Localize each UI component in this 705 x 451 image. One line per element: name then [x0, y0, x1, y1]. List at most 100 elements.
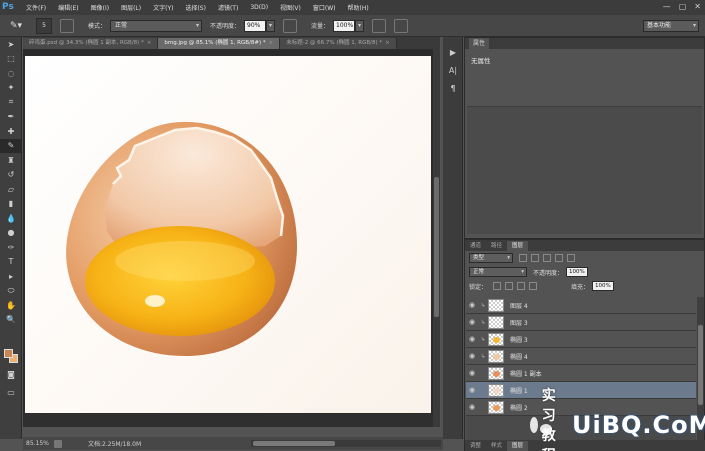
dodge-tool-icon[interactable]: ●: [0, 226, 22, 241]
menu-edit[interactable]: 编辑(E): [58, 3, 78, 12]
lasso-tool-icon[interactable]: ◌: [0, 66, 22, 81]
lock-all-icon[interactable]: [529, 282, 538, 290]
tab-paths[interactable]: 路径: [486, 241, 507, 251]
maximize-button[interactable]: ▢: [679, 2, 687, 11]
tab-document-1[interactable]: 碎鸡蛋.psd @ 34.3% (椭圆 1 副本, RGB/8) * ×: [23, 38, 159, 49]
quick-select-tool-icon[interactable]: ✦: [0, 81, 22, 96]
layer-row[interactable]: ◉ ↳ 图层 3: [466, 314, 696, 331]
flow-dropdown[interactable]: ▾: [355, 19, 365, 32]
canvas-area[interactable]: [23, 49, 433, 414]
layers-scroll-thumb[interactable]: [698, 325, 703, 405]
lock-position-icon[interactable]: [517, 282, 526, 290]
history-brush-tool-icon[interactable]: ↺: [0, 168, 22, 183]
visibility-eye-icon[interactable]: ◉: [466, 369, 478, 377]
tab-document-3[interactable]: 未标题-2 @ 66.7% (椭圆 1, RGB/8) * ×: [280, 38, 397, 49]
tab-document-2[interactable]: bmg.jpg @ 85.1% (椭圆 1, RGB/8#) * ×: [158, 38, 281, 49]
pen-tool-icon[interactable]: ✑: [0, 240, 22, 255]
tab-channels[interactable]: 通道: [465, 241, 486, 251]
foreground-color-swatch[interactable]: [4, 349, 13, 358]
layer-row-selected[interactable]: ◉ 椭圆 1: [466, 382, 696, 399]
filter-pixel-icon[interactable]: [519, 254, 527, 262]
canvas-vertical-scrollbar[interactable]: [433, 49, 440, 427]
filter-shape-icon[interactable]: [555, 254, 563, 262]
layer-row[interactable]: ◉ ↳ 图层 4: [466, 297, 696, 314]
flow-field[interactable]: 100%: [333, 19, 356, 32]
visibility-eye-icon[interactable]: ◉: [466, 318, 478, 326]
layer-row[interactable]: ◉ 椭圆 1 副本: [466, 365, 696, 382]
canvas-horizontal-scroll-thumb[interactable]: [253, 441, 335, 446]
paragraph-panel-icon[interactable]: ¶: [443, 79, 463, 97]
shape-tool-icon[interactable]: ⬭: [0, 284, 22, 299]
menu-select[interactable]: 选择(S): [185, 3, 206, 12]
menu-layer[interactable]: 图层(L): [121, 3, 141, 12]
visibility-eye-icon[interactable]: ◉: [466, 335, 478, 343]
status-info-icon[interactable]: [54, 439, 62, 448]
brush-tool-icon[interactable]: ✎: [0, 138, 22, 153]
quick-mask-icon[interactable]: ◙: [0, 367, 22, 382]
lock-transparent-icon[interactable]: [493, 282, 502, 290]
filter-smart-object-icon[interactable]: [567, 254, 575, 262]
tab-close-icon[interactable]: ×: [147, 40, 152, 46]
mode-select[interactable]: 正常: [110, 19, 203, 32]
gradient-tool-icon[interactable]: ▮: [0, 197, 22, 212]
tab-close-icon[interactable]: ×: [269, 40, 274, 46]
screen-mode-icon[interactable]: ▭: [0, 385, 22, 400]
eyedropper-tool-icon[interactable]: ✒: [0, 110, 22, 125]
tab-layers-lower[interactable]: 图层: [507, 440, 529, 451]
eraser-tool-icon[interactable]: ▱: [0, 182, 22, 197]
tab-layers[interactable]: 图层: [507, 241, 529, 251]
marquee-tool-icon[interactable]: ⬚: [0, 52, 22, 67]
tab-styles[interactable]: 样式: [486, 441, 507, 451]
menu-3d[interactable]: 3D(D): [250, 4, 268, 11]
brush-tool-preset-icon[interactable]: ✎▾: [4, 18, 28, 34]
move-tool-icon[interactable]: ➤: [0, 37, 22, 52]
airbrush-icon[interactable]: [372, 18, 387, 33]
opacity-dropdown[interactable]: ▾: [266, 19, 276, 32]
path-select-tool-icon[interactable]: ▸: [0, 269, 22, 284]
filter-type-icon[interactable]: [543, 254, 551, 262]
zoom-tool-icon[interactable]: 🔍: [0, 313, 22, 328]
brush-size-picker[interactable]: 5: [36, 17, 52, 34]
canvas-vertical-scroll-thumb[interactable]: [434, 177, 439, 317]
pressure-opacity-icon[interactable]: [283, 18, 298, 33]
menu-view[interactable]: 视图(V): [280, 3, 301, 12]
minimize-button[interactable]: —: [663, 2, 671, 11]
fill-field[interactable]: 100%: [592, 281, 614, 291]
document-canvas[interactable]: [25, 56, 431, 413]
visibility-eye-icon[interactable]: ◉: [466, 352, 478, 360]
blur-tool-icon[interactable]: 💧: [0, 211, 22, 226]
lock-image-icon[interactable]: [505, 282, 514, 290]
layer-filter-select[interactable]: 类型: [469, 253, 513, 263]
filter-adjustment-icon[interactable]: [531, 254, 539, 262]
menu-file[interactable]: 文件(F): [26, 3, 46, 12]
hand-tool-icon[interactable]: ✋: [0, 298, 22, 313]
tab-close-icon[interactable]: ×: [385, 40, 390, 46]
canvas-horizontal-scrollbar[interactable]: [251, 440, 441, 447]
close-button[interactable]: ✕: [694, 2, 701, 11]
crop-tool-icon[interactable]: ⌗: [0, 95, 22, 110]
clone-stamp-tool-icon[interactable]: ♜: [0, 153, 22, 168]
blend-mode-select[interactable]: 正常: [469, 267, 527, 277]
visibility-eye-icon[interactable]: ◉: [466, 386, 478, 394]
menu-image[interactable]: 图像(I): [91, 3, 109, 12]
layer-row[interactable]: ◉ ↳ 椭圆 3: [466, 331, 696, 348]
visibility-eye-icon[interactable]: ◉: [466, 403, 478, 411]
pressure-size-icon[interactable]: [394, 18, 409, 33]
play-actions-icon[interactable]: ▶: [443, 43, 463, 61]
tab-adjustments[interactable]: 调整: [465, 441, 486, 451]
menu-window[interactable]: 窗口(W): [313, 3, 336, 12]
healing-brush-tool-icon[interactable]: ✚: [0, 124, 22, 139]
layer-opacity-field[interactable]: 100%: [566, 267, 588, 277]
layer-row[interactable]: ◉ ↳ 椭圆 4: [466, 348, 696, 365]
workspace-select[interactable]: 基本功能: [643, 20, 699, 32]
zoom-level[interactable]: 85.15%: [26, 440, 52, 447]
menu-type[interactable]: 文字(Y): [153, 3, 173, 12]
menu-filter[interactable]: 滤镜(T): [218, 3, 238, 12]
menu-help[interactable]: 帮助(H): [348, 3, 369, 12]
type-tool-icon[interactable]: T: [0, 255, 22, 270]
visibility-eye-icon[interactable]: ◉: [466, 301, 478, 309]
tab-properties[interactable]: 属性: [469, 38, 490, 49]
brush-panel-toggle-icon[interactable]: [60, 18, 74, 33]
character-panel-icon[interactable]: A|: [443, 61, 463, 79]
opacity-field[interactable]: 90%: [244, 19, 267, 32]
